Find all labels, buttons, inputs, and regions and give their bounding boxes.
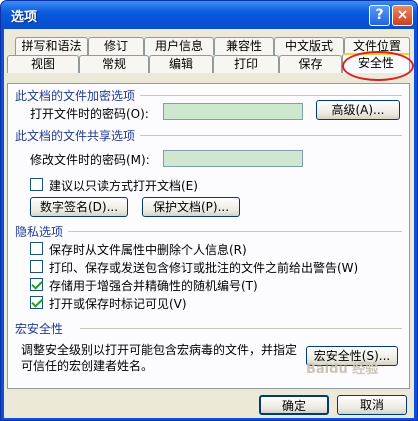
- macro-description: 调整安全级别以打开可能包含宏病毒的文件，并指定可信任的宏创建者姓名。: [21, 343, 298, 373]
- privacy-option-checkbox[interactable]: [30, 278, 43, 291]
- tab-security[interactable]: 安全性: [342, 53, 410, 73]
- tab-label: 打印: [233, 57, 258, 71]
- watermark: Baidu 经验: [306, 362, 379, 377]
- ok-button[interactable]: 确定: [259, 395, 329, 415]
- tab-label: 常规: [101, 57, 126, 71]
- tab-label: 视图: [30, 57, 55, 71]
- privacy-option-label[interactable]: 存储用于增强合并精确性的随机编号(T): [49, 277, 258, 294]
- modify-password-field[interactable]: [163, 150, 303, 167]
- readonly-checkbox[interactable]: [30, 178, 43, 191]
- tab-label: 编辑: [168, 57, 193, 71]
- tab-general[interactable]: 常规: [79, 55, 149, 73]
- close-icon: ×: [396, 7, 409, 23]
- privacy-option-label[interactable]: 保存时从文件属性中删除个人信息(R): [49, 241, 247, 258]
- open-password-label: 打开文件时的密码(O):: [30, 107, 149, 121]
- separator: [140, 95, 402, 96]
- advanced-button[interactable]: 高级(A)...: [316, 100, 400, 120]
- tab-label: 拼写和语法: [21, 39, 82, 53]
- protect-document-button[interactable]: 保护文档(P)...: [142, 197, 240, 217]
- privacy-option-checkbox[interactable]: [30, 242, 43, 255]
- dialog-title: 选项: [11, 10, 38, 25]
- macro-section-title: 宏安全性: [15, 322, 64, 336]
- tab-print[interactable]: 打印: [213, 55, 279, 73]
- privacy-option-checkbox[interactable]: [30, 260, 43, 273]
- tab-label: 兼容性: [225, 39, 262, 53]
- tab-revisions[interactable]: 修订: [88, 37, 144, 55]
- separator: [80, 328, 402, 329]
- separator: [68, 231, 402, 232]
- tab-chinese-layout[interactable]: 中文版式: [274, 37, 344, 55]
- separator: [140, 135, 402, 136]
- tab-compatibility[interactable]: 兼容性: [214, 37, 274, 55]
- tab-spelling-grammar[interactable]: 拼写和语法: [15, 37, 88, 55]
- privacy-option-label[interactable]: 打开或保存时标记可见(V): [49, 295, 187, 312]
- help-button[interactable]: ?: [369, 5, 390, 26]
- tab-label: 中文版式: [284, 39, 333, 53]
- digital-signature-button[interactable]: 数字签名(D)...: [30, 197, 128, 217]
- tab-label: 修订: [103, 39, 128, 53]
- title-bar[interactable]: 选项 ? ×: [1, 1, 417, 29]
- tab-save[interactable]: 保存: [279, 55, 342, 73]
- tab-user-info[interactable]: 用户信息: [144, 37, 214, 55]
- tab-label: 文件位置: [352, 39, 401, 53]
- privacy-option-checkbox[interactable]: [30, 296, 43, 309]
- tab-label: 安全性: [357, 56, 394, 70]
- open-password-field[interactable]: [163, 103, 303, 120]
- privacy-section-title: 隐私选项: [15, 225, 64, 239]
- help-icon: ?: [375, 7, 384, 23]
- tab-edit[interactable]: 编辑: [149, 55, 213, 73]
- options-dialog: 选项 ? × 拼写和语法 修订 用户信息 兼容性 中文版式 文件位置 视图 常规…: [0, 0, 418, 421]
- close-button[interactable]: ×: [392, 5, 413, 26]
- security-tab-panel: 此文档的文件加密选项 打开文件时的密码(O): 高级(A)... 此文档的文件共…: [7, 83, 410, 389]
- readonly-label[interactable]: 建议以只读方式打开文档(E): [49, 177, 198, 194]
- cancel-button[interactable]: 取消: [337, 395, 407, 415]
- tab-label: 用户信息: [154, 39, 203, 53]
- privacy-option-label[interactable]: 打印、保存或发送包含修订或批注的文件之前给出警告(W): [49, 259, 358, 276]
- tab-label: 保存: [298, 57, 323, 71]
- modify-password-label: 修改文件时的密码(M):: [30, 153, 150, 167]
- sharing-section-title: 此文档的文件共享选项: [15, 129, 136, 143]
- encrypt-section-title: 此文档的文件加密选项: [15, 89, 136, 103]
- tab-view[interactable]: 视图: [7, 55, 79, 73]
